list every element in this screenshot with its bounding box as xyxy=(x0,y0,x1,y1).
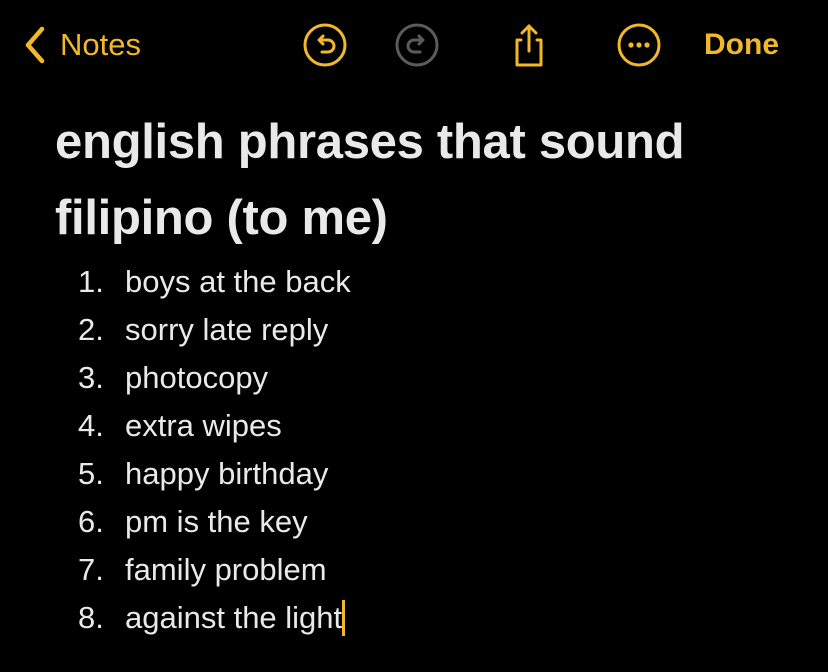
toolbar: Notes Done xyxy=(0,0,828,90)
undo-icon xyxy=(302,22,348,68)
done-button[interactable]: Done xyxy=(704,24,779,66)
note-list[interactable]: 1. boys at the back 2. sorry late reply … xyxy=(0,258,760,642)
undo-button[interactable] xyxy=(302,22,348,68)
list-item-number: 2. xyxy=(78,312,104,347)
list-item-text[interactable]: extra wipes xyxy=(125,402,282,450)
text-cursor xyxy=(342,599,346,636)
list-item[interactable]: 8. against the light xyxy=(0,594,760,642)
list-item-text[interactable]: pm is the key xyxy=(125,498,308,546)
list-item-number: 8. xyxy=(78,600,104,635)
share-button[interactable] xyxy=(506,22,552,68)
list-item[interactable]: 7. family problem xyxy=(0,546,760,594)
list-item-text[interactable]: boys at the back xyxy=(125,258,351,306)
list-item[interactable]: 5. happy birthday xyxy=(0,450,760,498)
list-item-text[interactable]: against the light xyxy=(125,594,346,642)
note-title[interactable]: english phrases that sound filipino (to … xyxy=(55,104,795,256)
back-label: Notes xyxy=(60,27,141,62)
share-icon xyxy=(506,22,552,68)
list-item-text[interactable]: sorry late reply xyxy=(125,306,328,354)
list-item[interactable]: 4. extra wipes xyxy=(0,402,760,450)
list-item-text[interactable]: photocopy xyxy=(125,354,268,402)
redo-button[interactable] xyxy=(394,22,440,68)
chevron-left-icon xyxy=(24,26,46,64)
list-item-number: 3. xyxy=(78,360,104,395)
back-button[interactable]: Notes xyxy=(24,24,141,66)
list-item-number: 5. xyxy=(78,456,104,491)
more-button[interactable] xyxy=(616,22,662,68)
list-item-number: 7. xyxy=(78,552,104,587)
list-item-text[interactable]: happy birthday xyxy=(125,450,328,498)
more-icon xyxy=(616,22,662,68)
list-item-text[interactable]: family problem xyxy=(125,546,327,594)
list-item-number: 6. xyxy=(78,504,104,539)
list-item[interactable]: 6. pm is the key xyxy=(0,498,760,546)
list-item[interactable]: 3. photocopy xyxy=(0,354,760,402)
list-item-text-content: against the light xyxy=(125,600,343,635)
list-item-number: 1. xyxy=(78,264,104,299)
list-item-number: 4. xyxy=(78,408,104,443)
redo-icon xyxy=(394,22,440,68)
list-item[interactable]: 2. sorry late reply xyxy=(0,306,760,354)
list-item[interactable]: 1. boys at the back xyxy=(0,258,760,306)
